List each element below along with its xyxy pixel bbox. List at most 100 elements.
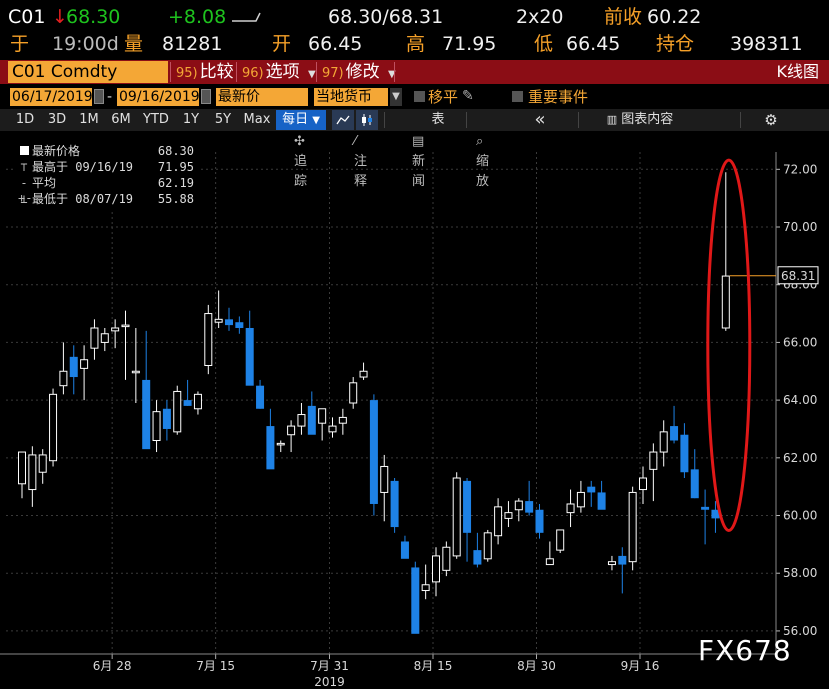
edit-label: 修改 (345, 62, 380, 82)
legend-value: 68.30 (157, 144, 194, 158)
watermark-logo: FX678 (698, 634, 792, 667)
timeframe-ytd[interactable]: YTD (138, 110, 174, 130)
legend-low: ⊥ 最低于 08/07/19 55.88 (14, 192, 200, 207)
security-input[interactable]: C01 Comdty (8, 61, 168, 83)
candle-body (432, 555, 440, 583)
candle-body (639, 477, 647, 491)
candle-body (701, 506, 710, 510)
candles (18, 172, 730, 634)
currency-select[interactable]: 当地货币 (314, 88, 388, 106)
prev-close: 60.22 (647, 6, 702, 28)
end-date-input[interactable]: 09/16/2019 (117, 88, 200, 106)
low-price: 66.45 (566, 33, 621, 55)
calendar-icon[interactable] (201, 89, 211, 104)
y-tick-label: 64.00 (783, 393, 817, 407)
divider (466, 112, 467, 128)
candle-body (18, 451, 26, 485)
bid-ask-size: 2x20 (516, 6, 564, 28)
ticker-label: C01 (8, 6, 46, 28)
candle-body (307, 405, 316, 435)
candle-body (690, 469, 699, 499)
frequency-select[interactable]: 每日 ▼ (276, 110, 326, 130)
candle-body (235, 322, 244, 328)
chart-content-button[interactable]: ▥ 图表内容 (600, 110, 680, 130)
y-tick-label: 72.00 (783, 162, 817, 176)
x-tick-label: 8月 30 (517, 659, 556, 673)
timeframe-5y[interactable]: 5Y (208, 110, 238, 130)
date-dash: - (107, 89, 113, 105)
x-tick-label: 8月 15 (414, 659, 453, 673)
timeframe-1d[interactable]: 1D (10, 110, 40, 130)
pencil-icon[interactable]: ✎ (462, 87, 474, 105)
edit-button[interactable]: 97) 修改 ▼ (322, 61, 396, 83)
chart-type-label: K线图 (776, 62, 820, 81)
pan-label: 移平 (428, 88, 459, 106)
candle-body (452, 477, 461, 557)
candle-body (545, 558, 554, 566)
sparkline-icon (232, 12, 261, 22)
divider (170, 62, 171, 82)
timeframe-3d[interactable]: 3D (42, 110, 72, 130)
legend-last-price: 最新价格 68.30 (14, 144, 200, 159)
candle-body (421, 584, 430, 592)
calendar-icon[interactable] (94, 89, 104, 104)
events-label: 重要事件 (528, 88, 589, 106)
collapse-icon[interactable]: « (530, 110, 550, 130)
y-tick-label: 66.00 (783, 335, 817, 349)
candle-body (628, 491, 637, 563)
prev-close-label: 前收 (604, 6, 643, 28)
timeframe-toolbar: 1D 3D 1M 6M YTD 1Y 5Y Max 每日 ▼ 表 « ▥ 图表内… (0, 109, 829, 131)
x-tick-label: 6月 28 (93, 659, 132, 673)
timeframe-1y[interactable]: 1Y (176, 110, 206, 130)
candle-body (28, 454, 37, 491)
line-chart-icon[interactable] (332, 110, 354, 130)
candle-body (504, 512, 513, 519)
timeframe-6m[interactable]: 6M (106, 110, 136, 130)
candle-body (411, 567, 420, 634)
start-date-input[interactable]: 06/17/2019 (10, 88, 93, 106)
candle-body (587, 486, 596, 493)
candle-body (214, 318, 223, 323)
divider (578, 112, 579, 128)
divider (740, 112, 741, 128)
gear-icon[interactable]: ⚙ (760, 110, 782, 130)
chart-content-label: 图表内容 (621, 112, 674, 127)
candle-body (390, 480, 399, 528)
candle-body (680, 434, 689, 473)
legend-label: 最新价格 (32, 144, 81, 158)
high-marker-icon: ⊤ (20, 160, 28, 174)
options-button[interactable]: 96) 选项 ▼ (242, 61, 316, 83)
candle-body (659, 431, 668, 453)
candle-body (649, 451, 658, 470)
candle-body (80, 359, 89, 369)
chevron-down-icon: ▼ (308, 69, 316, 80)
candle-body (245, 327, 254, 386)
divider (316, 62, 317, 82)
low-marker-icon: ⊥ (20, 192, 28, 206)
timeframe-1m[interactable]: 1M (74, 110, 104, 130)
compare-button[interactable]: 95) 比较 (176, 61, 234, 83)
candle-body (525, 501, 534, 513)
chevron-down-icon[interactable]: ▼ (390, 88, 402, 106)
candle-body (442, 546, 451, 571)
grid-lines (6, 152, 776, 654)
high-price: 71.95 (442, 33, 497, 55)
timeframe-max[interactable]: Max (240, 110, 274, 130)
candle-body (152, 411, 161, 442)
candle-body (473, 550, 482, 565)
events-checkbox[interactable] (512, 91, 523, 102)
pan-checkbox[interactable] (414, 91, 425, 102)
last-price: 68.30 (66, 6, 121, 28)
candle-body (100, 333, 109, 343)
price-field-select[interactable]: 最新价 (216, 88, 308, 106)
candlestick-chart[interactable]: 72.0070.0068.0066.0064.0062.0060.0058.00… (0, 152, 829, 689)
candle-body (90, 327, 99, 349)
candle-body (38, 454, 47, 473)
price-change: +8.08 (168, 6, 227, 28)
candle-body (69, 356, 78, 378)
candlestick-icon[interactable] (356, 110, 378, 130)
bid-ask: 68.30/68.31 (328, 6, 444, 28)
candle-body (121, 324, 130, 328)
candle-body (204, 313, 213, 366)
table-view-button[interactable]: 表 (424, 110, 452, 130)
